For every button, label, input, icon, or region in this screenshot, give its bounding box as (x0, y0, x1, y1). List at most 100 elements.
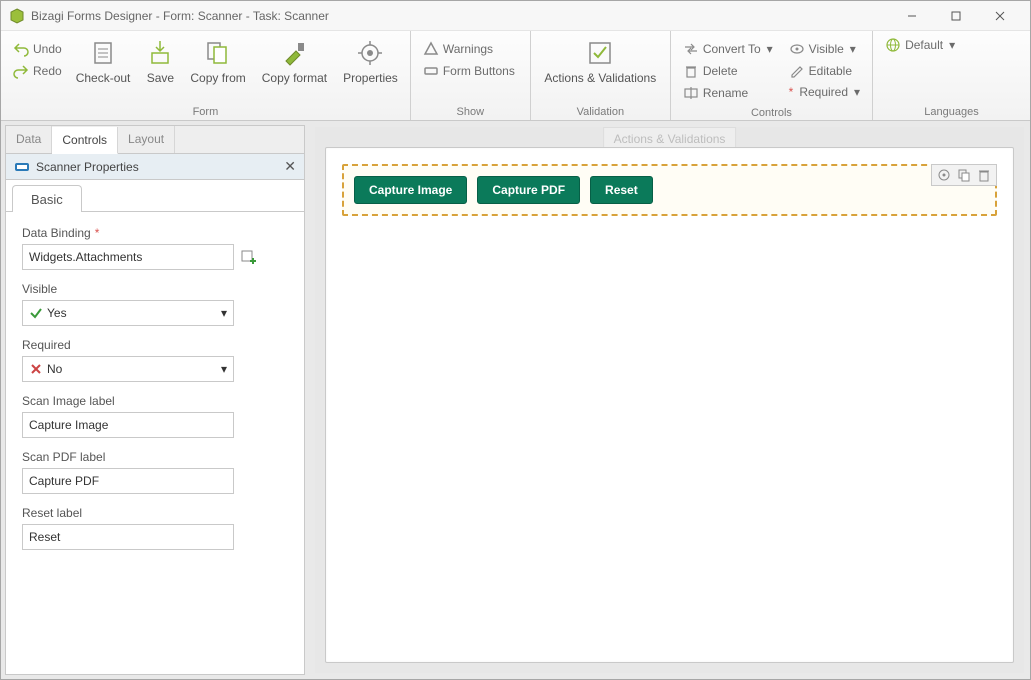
convert-to-icon (683, 41, 699, 57)
undo-icon (13, 41, 29, 57)
warnings-button[interactable]: Warnings (419, 39, 519, 59)
widget-delete-button[interactable] (976, 167, 992, 183)
redo-icon (13, 63, 29, 79)
scanner-icon (14, 159, 30, 175)
scan-pdf-label: Scan PDF label (22, 450, 105, 464)
save-icon (146, 39, 174, 67)
ribbon-group-show-label: Show (411, 106, 530, 120)
checkout-icon (89, 39, 117, 67)
form-buttons-label: Form Buttons (443, 64, 515, 78)
editable-button[interactable]: Editable (785, 61, 864, 81)
required-label: Required (799, 85, 848, 99)
tab-layout[interactable]: Layout (118, 126, 175, 153)
visible-select[interactable]: Yes ▾ (22, 300, 234, 326)
x-icon (29, 362, 43, 376)
properties-body: Data Binding* Visible Yes ▾ Required No … (6, 212, 304, 674)
delete-icon (683, 63, 699, 79)
tab-data[interactable]: Data (6, 126, 52, 153)
capture-image-button[interactable]: Capture Image (354, 176, 467, 204)
copy-from-icon (204, 39, 232, 67)
close-button[interactable] (978, 2, 1022, 30)
required-select[interactable]: No ▾ (22, 356, 234, 382)
globe-icon (885, 37, 901, 53)
ribbon-group-form-label: Form (1, 106, 410, 120)
editable-icon (789, 63, 805, 79)
properties-button[interactable]: Properties (339, 35, 402, 89)
checkout-label: Check-out (76, 71, 131, 85)
capture-pdf-button[interactable]: Capture PDF (477, 176, 580, 204)
copy-format-icon (280, 39, 308, 67)
undo-label: Undo (33, 42, 62, 56)
copy-from-button[interactable]: Copy from (186, 35, 249, 89)
visible-button[interactable]: Visible ▾ (785, 39, 864, 59)
redo-button[interactable]: Redo (9, 61, 66, 81)
widget-tools (931, 164, 997, 186)
save-button[interactable]: Save (142, 35, 178, 89)
copy-format-label: Copy format (262, 71, 327, 85)
warnings-icon (423, 41, 439, 57)
canvas-wrap: Actions & Validations Capture Image Capt… (315, 127, 1024, 673)
ribbon-group-validation-label: Validation (531, 106, 670, 120)
panel-close-button[interactable]: ✕ (284, 158, 296, 175)
subtab-basic[interactable]: Basic (12, 185, 82, 212)
databinding-label: Data Binding (22, 226, 91, 240)
rename-icon (683, 85, 699, 101)
convert-to-button[interactable]: Convert To ▾ (679, 39, 777, 59)
window-title: Bizagi Forms Designer - Form: Scanner - … (31, 9, 329, 23)
undo-button[interactable]: Undo (9, 39, 66, 59)
main-area: Data Controls Layout Scanner Properties … (1, 121, 1030, 679)
minimize-button[interactable] (890, 2, 934, 30)
caret-icon: ▾ (850, 42, 856, 56)
reset-label: Reset label (22, 506, 82, 520)
maximize-button[interactable] (934, 2, 978, 30)
actions-validations-label: Actions & Validations (544, 71, 656, 85)
form-buttons-button[interactable]: Form Buttons (419, 61, 519, 81)
app-icon (9, 8, 25, 24)
ribbon-group-controls-label: Controls (671, 107, 872, 121)
scanner-widget[interactable]: Capture Image Capture PDF Reset (342, 164, 997, 216)
visible-value: Yes (47, 306, 67, 320)
check-icon (29, 306, 43, 320)
widget-settings-button[interactable] (936, 167, 952, 183)
language-default-button[interactable]: Default ▾ (881, 35, 959, 55)
scan-image-label: Scan Image label (22, 394, 115, 408)
properties-label: Properties (343, 71, 398, 85)
scan-image-input[interactable] (22, 412, 234, 438)
widget-copy-button[interactable] (956, 167, 972, 183)
ribbon-group-languages-label: Languages (873, 106, 1030, 120)
titlebar: Bizagi Forms Designer - Form: Scanner - … (1, 1, 1030, 31)
form-canvas[interactable]: Capture Image Capture PDF Reset (325, 147, 1014, 663)
form-buttons-icon (423, 63, 439, 79)
warnings-label: Warnings (443, 42, 493, 56)
rename-button[interactable]: Rename (679, 83, 777, 103)
redo-label: Redo (33, 64, 62, 78)
visible-icon (789, 41, 805, 57)
save-label: Save (147, 71, 174, 85)
left-panel: Data Controls Layout Scanner Properties … (5, 125, 305, 675)
panel-title: Scanner Properties (36, 160, 139, 174)
scan-pdf-input[interactable] (22, 468, 234, 494)
required-button[interactable]: * Required ▾ (785, 83, 864, 101)
checkout-button[interactable]: Check-out (72, 35, 135, 89)
actions-validations-button[interactable]: Actions & Validations (540, 35, 660, 89)
convert-to-label: Convert To (703, 42, 761, 56)
delete-button[interactable]: Delete (679, 61, 777, 81)
caret-icon: ▾ (949, 38, 955, 52)
copy-format-button[interactable]: Copy format (258, 35, 331, 89)
panel-header: Scanner Properties ✕ (6, 154, 304, 180)
required-value: No (47, 362, 62, 376)
left-tabs: Data Controls Layout (6, 126, 304, 154)
properties-icon (356, 39, 384, 67)
add-binding-button[interactable] (240, 249, 256, 265)
reset-input[interactable] (22, 524, 234, 550)
sub-tabs: Basic (6, 180, 304, 212)
reset-button[interactable]: Reset (590, 176, 653, 204)
ribbon: Undo Redo Check-out Save Copy (1, 31, 1030, 121)
required-star-icon: * (789, 85, 794, 99)
language-default-label: Default (905, 38, 943, 52)
actions-validations-icon (586, 39, 614, 67)
tab-controls[interactable]: Controls (52, 127, 118, 154)
visible-field-label: Visible (22, 282, 57, 296)
databinding-input[interactable] (22, 244, 234, 270)
caret-icon: ▾ (854, 85, 860, 99)
